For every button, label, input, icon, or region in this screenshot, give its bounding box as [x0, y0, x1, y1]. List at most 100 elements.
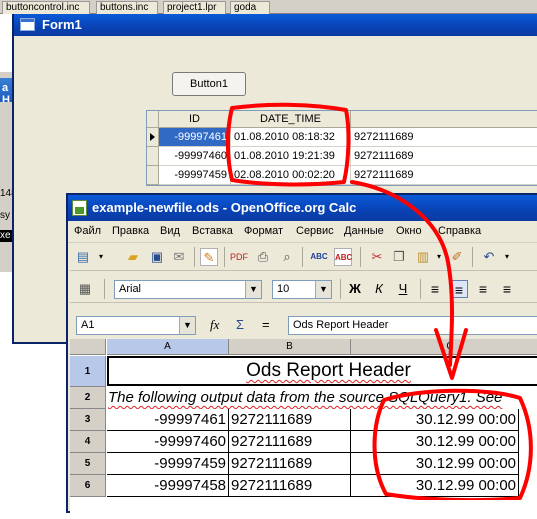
- print-icon[interactable]: ⎙: [254, 248, 272, 266]
- grid-header-id[interactable]: ID: [159, 111, 231, 128]
- styles-icon[interactable]: ▦: [76, 280, 94, 298]
- undo-icon[interactable]: ↶: [480, 248, 498, 266]
- underline-button[interactable]: Ч: [394, 280, 412, 298]
- undo-dropdown-icon[interactable]: ▾: [498, 248, 516, 266]
- toolbar-separator: [360, 247, 361, 267]
- grid-cell-phone[interactable]: 9272111689: [351, 147, 537, 166]
- grid-cell-phone[interactable]: 9272111689: [351, 128, 537, 147]
- grid-header-date-time[interactable]: DATE_TIME: [231, 111, 351, 128]
- ide-tab[interactable]: buttons.inc: [96, 1, 158, 14]
- sum-icon[interactable]: Σ: [236, 317, 244, 333]
- spellcheck-icon[interactable]: ABC: [310, 248, 328, 266]
- current-row-arrow-icon: [150, 133, 155, 141]
- cell-date[interactable]: 30.12.99 00:00: [351, 475, 519, 497]
- column-header-b[interactable]: B: [229, 339, 351, 355]
- bold-button[interactable]: Ж: [346, 280, 364, 298]
- align-left-icon[interactable]: ≡: [426, 280, 444, 298]
- form1-titlebar[interactable]: Form1: [14, 14, 537, 36]
- formula-equals-icon[interactable]: =: [262, 317, 270, 333]
- grid-cell-id[interactable]: -99997460: [159, 147, 231, 166]
- row-header[interactable]: 6: [70, 475, 106, 497]
- row-header[interactable]: 4: [70, 431, 106, 453]
- row-header[interactable]: 3: [70, 409, 106, 431]
- menu-view[interactable]: Вид: [160, 225, 180, 237]
- menu-edit[interactable]: Правка: [112, 225, 149, 237]
- cell-phone[interactable]: 9272111689: [229, 431, 351, 453]
- toolbar-separator: [340, 279, 341, 299]
- align-right-icon[interactable]: ≡: [474, 280, 492, 298]
- auto-spellcheck-icon[interactable]: ABC: [334, 248, 352, 266]
- align-center-icon[interactable]: ≡: [450, 280, 468, 298]
- font-name-combobox[interactable]: Arial ▼: [114, 280, 262, 299]
- chevron-down-icon[interactable]: ▼: [245, 281, 261, 298]
- data-grid[interactable]: ID DATE_TIME -99997461 01.08.2010 08:18:…: [146, 110, 537, 186]
- page-preview-icon[interactable]: ⌕: [278, 248, 296, 266]
- grid-header-phone[interactable]: [351, 111, 537, 128]
- grid-cell-phone[interactable]: 9272111689: [351, 166, 537, 185]
- cut-icon[interactable]: ✂: [368, 248, 386, 266]
- cell-date[interactable]: 30.12.99 00:00: [351, 453, 519, 475]
- open-folder-icon[interactable]: ▰: [124, 248, 142, 266]
- cell-id[interactable]: -99997460: [107, 431, 229, 453]
- menu-data[interactable]: Данные: [344, 225, 384, 237]
- button1[interactable]: Button1: [172, 72, 246, 96]
- paste-dropdown-icon[interactable]: ▾: [430, 248, 448, 266]
- ide-tab[interactable]: buttoncontrol.inc: [2, 1, 90, 14]
- chevron-down-icon[interactable]: ▼: [179, 317, 195, 334]
- formatting-toolbar: ▦ Arial ▼ 10 ▼ Ж К Ч ≡ ≡ ≡ ≡: [70, 275, 537, 303]
- report-header-cell[interactable]: Ods Report Header: [107, 356, 537, 386]
- menu-tools[interactable]: Сервис: [296, 225, 334, 237]
- edit-file-icon[interactable]: ✎: [200, 248, 218, 266]
- cell-id[interactable]: -99997459: [107, 453, 229, 475]
- cell-phone[interactable]: 9272111689: [229, 453, 351, 475]
- font-size-combobox[interactable]: 10 ▼: [272, 280, 332, 299]
- name-box[interactable]: A1 ▼: [76, 316, 196, 335]
- menu-format[interactable]: Формат: [244, 225, 283, 237]
- menu-file[interactable]: Файл: [74, 225, 101, 237]
- cell-phone[interactable]: 9272111689: [229, 475, 351, 497]
- row-indicator[interactable]: [147, 147, 159, 166]
- calc-titlebar[interactable]: example-newfile.ods - OpenOffice.org Cal…: [68, 195, 537, 221]
- cell-id[interactable]: -99997458: [107, 475, 229, 497]
- cell-date[interactable]: 30.12.99 00:00: [351, 431, 519, 453]
- email-icon[interactable]: ✉: [170, 248, 188, 266]
- description-cell[interactable]: The following output data from the sourc…: [108, 387, 537, 409]
- formula-input[interactable]: Ods Report Header: [288, 316, 537, 335]
- spreadsheet-grid[interactable]: A B C 1 Ods Report Header 2 The followin…: [70, 339, 537, 519]
- format-paintbrush-icon[interactable]: ✐: [448, 248, 466, 266]
- ide-tab-strip: buttoncontrol.inc buttons.inc project1.l…: [0, 0, 537, 14]
- menu-help[interactable]: Справка: [438, 225, 481, 237]
- new-dropdown-icon[interactable]: ▾: [92, 248, 110, 266]
- copy-icon[interactable]: ❐: [390, 248, 408, 266]
- chevron-down-icon[interactable]: ▼: [315, 281, 331, 298]
- ide-tab[interactable]: goda: [230, 1, 270, 14]
- grid-corner: [147, 111, 159, 128]
- column-header-a[interactable]: A: [107, 339, 229, 355]
- italic-button[interactable]: К: [370, 280, 388, 298]
- function-wizard-icon[interactable]: fx: [210, 317, 219, 333]
- cell-phone[interactable]: 9272111689: [229, 409, 351, 431]
- row-header[interactable]: 2: [70, 387, 106, 409]
- new-document-icon[interactable]: ▤: [74, 248, 92, 266]
- grid-cell-date-time[interactable]: 02.08.2010 00:02:20: [231, 166, 351, 185]
- standard-toolbar: ▤ ▾ ▰ ▣ ✉ ✎ PDF ⎙ ⌕ ABC ABC ✂ ❐ ▥ ▾ ✐ ↶ …: [70, 243, 537, 271]
- row-indicator[interactable]: [147, 166, 159, 185]
- export-pdf-icon[interactable]: PDF: [230, 248, 248, 266]
- select-all-corner[interactable]: [70, 339, 106, 355]
- save-icon[interactable]: ▣: [148, 248, 166, 266]
- cell-date[interactable]: 30.12.99 00:00: [351, 409, 519, 431]
- grid-cell-id[interactable]: -99997461: [159, 128, 231, 147]
- justify-icon[interactable]: ≡: [498, 280, 516, 298]
- cell-id[interactable]: -99997461: [107, 409, 229, 431]
- menu-window[interactable]: Окно: [396, 225, 422, 237]
- grid-cell-date-time[interactable]: 01.08.2010 08:18:32: [231, 128, 351, 147]
- toolbar-separator: [420, 279, 421, 299]
- row-indicator[interactable]: [147, 128, 159, 147]
- row-header[interactable]: 1: [70, 356, 106, 387]
- grid-cell-date-time[interactable]: 01.08.2010 19:21:39: [231, 147, 351, 166]
- menu-insert[interactable]: Вставка: [192, 225, 233, 237]
- ide-tab[interactable]: project1.lpr: [163, 1, 226, 14]
- row-header[interactable]: 5: [70, 453, 106, 475]
- column-header-c[interactable]: C: [351, 339, 537, 355]
- grid-cell-id[interactable]: -99997459: [159, 166, 231, 185]
